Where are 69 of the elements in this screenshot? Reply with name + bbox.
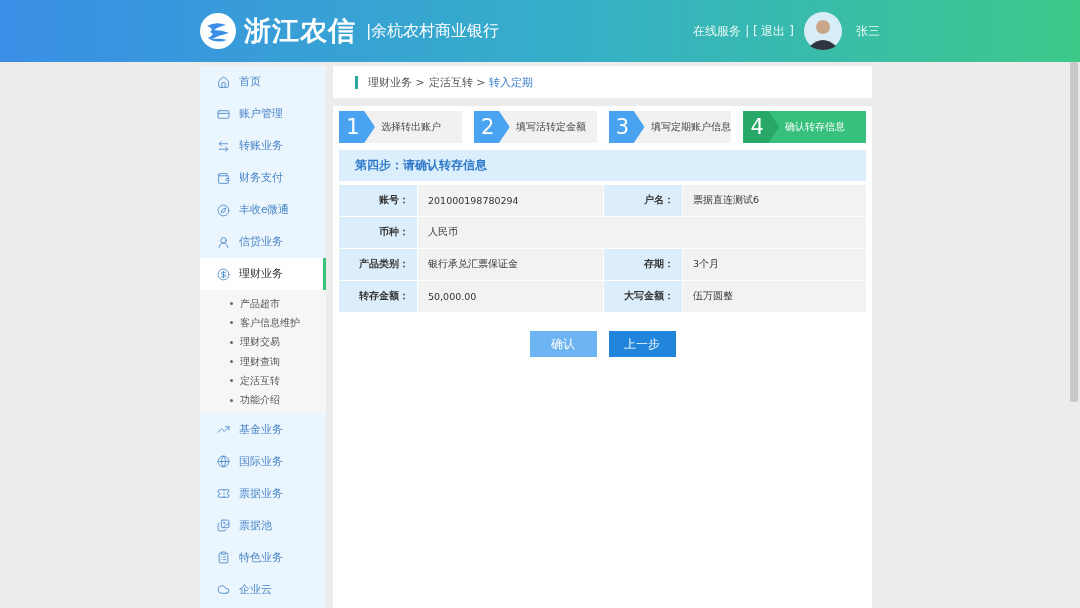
- back-button[interactable]: 上一步: [608, 331, 676, 357]
- brand-name: 浙江农信: [244, 14, 356, 48]
- globe-icon: [217, 455, 230, 469]
- sidebar-item[interactable]: 财务支付: [200, 162, 326, 194]
- coin-icon: [217, 267, 230, 281]
- sidebar-item[interactable]: 账户管理: [200, 98, 326, 130]
- submenu-item[interactable]: 客户信息维护: [230, 313, 326, 333]
- bullet-icon: [230, 398, 233, 402]
- field-value: 人民币: [418, 217, 866, 248]
- bullet-icon: [230, 321, 233, 325]
- scrollbar[interactable]: [1070, 62, 1078, 402]
- images-icon: [217, 519, 230, 533]
- bank-name: |余杭农村商业银行: [366, 20, 500, 42]
- sidebar-item[interactable]: 丰收e微通: [200, 194, 326, 226]
- clipboard-icon: [217, 551, 230, 565]
- sidebar-item[interactable]: 票据池: [200, 509, 326, 542]
- field-label: 账号：: [339, 185, 417, 216]
- compass-icon: [217, 203, 230, 217]
- step-number: 3: [608, 111, 645, 143]
- sidebar-item[interactable]: 特色业务: [200, 541, 326, 574]
- breadcrumb-link[interactable]: 转入定期: [489, 74, 534, 90]
- field-value: 银行承兑汇票保证金: [418, 249, 603, 280]
- accent-mark: [355, 75, 358, 89]
- sidebar-item[interactable]: 转账业务: [200, 130, 326, 162]
- transfer-icon: [217, 139, 230, 153]
- step-number: 1: [339, 111, 375, 143]
- ticket-icon: [217, 487, 230, 501]
- user-icon: [217, 235, 230, 249]
- field-label: 存期：: [604, 249, 682, 280]
- submenu-item[interactable]: 定活互转: [230, 371, 326, 391]
- field-value: 票据直连测试6: [683, 185, 866, 216]
- field-label: 大写金额：: [604, 281, 682, 312]
- field-value: 3个月: [683, 249, 866, 280]
- field-value: 50,000.00: [418, 281, 603, 312]
- sidebar-item[interactable]: 基金业务: [200, 413, 326, 446]
- field-label: 产品类别：: [339, 249, 417, 280]
- card-icon: [217, 107, 230, 121]
- wallet-icon: [217, 171, 230, 185]
- logout-link[interactable]: | [ 退出 ]: [745, 22, 794, 40]
- sidebar-item[interactable]: 国际业务: [200, 445, 326, 478]
- home-icon: [217, 75, 230, 89]
- section-title: 第四步：请确认转存信息: [339, 150, 866, 181]
- breadcrumb-link[interactable]: 定活互转 >: [428, 74, 486, 90]
- bullet-icon: [230, 360, 233, 364]
- step-number: 4: [743, 111, 780, 143]
- online-service-link[interactable]: 在线服务: [693, 22, 742, 40]
- avatar-icon: [804, 12, 842, 50]
- field-label: 户名：: [604, 185, 682, 216]
- sidebar-item[interactable]: 票据业务: [200, 477, 326, 510]
- field-value: 201000198780294: [418, 185, 603, 216]
- sidebar-item[interactable]: 理财业务: [200, 258, 326, 290]
- field-label: 转存金额：: [339, 281, 417, 312]
- cloud-icon: [217, 583, 230, 597]
- field-label: 币种：: [339, 217, 417, 248]
- submenu-item[interactable]: 产品超市: [230, 294, 326, 314]
- logo-icon: [200, 13, 236, 49]
- sidebar-item[interactable]: 企业云: [200, 573, 326, 606]
- bullet-icon: [230, 302, 233, 306]
- sidebar-item[interactable]: 信贷业务: [200, 226, 326, 258]
- bullet-icon: [230, 340, 233, 344]
- step-number: 2: [473, 111, 510, 143]
- bullet-icon: [230, 379, 233, 383]
- submenu-item[interactable]: 理财查询: [230, 351, 326, 372]
- breadcrumb-link[interactable]: 理财业务 >: [368, 74, 425, 90]
- submenu-item[interactable]: 功能介绍: [230, 390, 326, 410]
- submenu-item[interactable]: 理财交易: [230, 332, 326, 352]
- sidebar-item[interactable]: 首页: [200, 66, 326, 98]
- user-name: 张三: [856, 22, 880, 40]
- field-value: 伍万圆整: [683, 281, 866, 312]
